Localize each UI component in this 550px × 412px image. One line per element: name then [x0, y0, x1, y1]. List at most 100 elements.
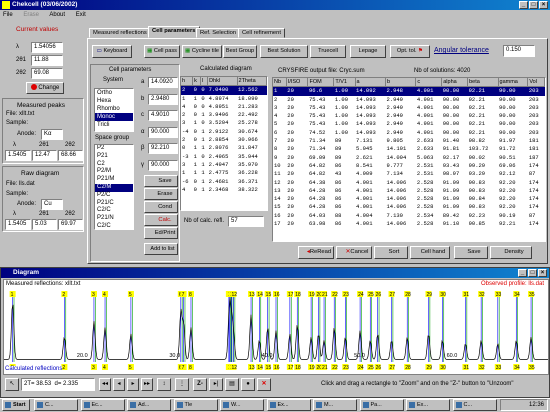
start-button[interactable]: Start [2, 399, 30, 411]
crysfire-row[interactable]: 17 20 63.98 86 4.901 14.096 2.528 91.10 90.85 92.… [273, 220, 545, 228]
truecell-button[interactable]: Truecell [310, 45, 346, 58]
system-item-rhombo[interactable]: Rhombo [95, 105, 133, 113]
crysfire-header[interactable]: b [385, 78, 417, 88]
calc-row[interactable]: 1 1 0 4.8974 18.099 [181, 95, 267, 103]
taskbar-item[interactable]: Tle [173, 399, 218, 411]
system-list[interactable]: Ortho Hexa Rhombo Monoc Tricli [94, 88, 134, 132]
space-group-item[interactable]: P2/C [95, 192, 133, 200]
calc-row[interactable]: 2 0 1 2.8854 30.966 [181, 136, 267, 144]
param-b-input[interactable]: 2.9480 [148, 94, 178, 105]
best-solution-button[interactable]: Best Solution [260, 45, 308, 58]
system-item-tricli[interactable]: Tricli [95, 121, 133, 129]
taskbar-item[interactable]: Ex... [406, 399, 450, 411]
space-group-item[interactable]: P21/N [95, 215, 133, 223]
scroll-left-fast-icon[interactable]: ◂◂ [99, 378, 111, 391]
crysfire-header[interactable]: Nb [273, 78, 287, 88]
crysfire-row[interactable]: 15 20 64.28 86 4.901 14.096 2.528 91.09 90.83 92.… [273, 203, 545, 211]
crysfire-row[interactable]: 12 20 64.38 86 4.901 14.096 2.528 91.09 90.83 92.… [273, 179, 545, 187]
cycline-tile-button[interactable]: ▦ Cycline tile [182, 45, 222, 58]
crysfire-header[interactable]: gamma [498, 78, 529, 88]
crysfire-header[interactable]: FOM [307, 78, 335, 88]
diagram-minimize-button[interactable]: _ [518, 269, 527, 277]
print-icon[interactable]: ▤ [225, 378, 239, 391]
cancel-button[interactable]: ✕Cancel [336, 246, 372, 259]
taskbar-item[interactable]: M... [313, 399, 357, 411]
ed-print-button[interactable]: Ed/Print [144, 227, 178, 239]
crysfire-row[interactable]: 8 20 71.34 89 5.045 14.101 2.633 91.81 103.72 91.… [273, 145, 545, 153]
taskbar-item[interactable]: Ec... [80, 399, 125, 411]
calc-row[interactable]: 3 1 1 2.4947 35.970 [181, 161, 267, 169]
add-to-list-button[interactable]: Add to list [144, 243, 178, 255]
system-item-ortho[interactable]: Ortho [95, 89, 133, 97]
cell-hand-button[interactable]: Cell hand [410, 246, 450, 259]
maximize-button[interactable]: □ [529, 1, 538, 9]
space-group-item[interactable]: C2/C [95, 223, 133, 229]
zoom-out-button[interactable]: Z- [193, 378, 207, 391]
space-group-item[interactable]: P21/C [95, 200, 133, 208]
lepage-button[interactable]: Lepage [350, 45, 386, 58]
crysfire-row[interactable]: 11 20 64.82 43 4.909 7.134 2.531 98.97 93.29 92.1… [273, 170, 545, 178]
scroll-left-icon[interactable]: ◂ [113, 378, 125, 391]
diagram-maximize-button[interactable]: □ [528, 269, 537, 277]
opt-tol-button[interactable]: Opt. tol. ⚑ [390, 45, 430, 58]
best-group-button[interactable]: Best Group [223, 45, 257, 58]
calc-row[interactable]: 3 1 0 3.5204 25.278 [181, 119, 267, 127]
record-icon[interactable]: ● [241, 378, 255, 391]
calc-row[interactable]: 2 0 1 3.9496 22.492 [181, 111, 267, 119]
crysfire-table[interactable]: Nb I/ISO FOM T/V1 a b c alpha beta gamma Vol 1 20 96… [272, 77, 546, 242]
calc-header-dhkl[interactable]: Dhkl [207, 77, 238, 87]
space-group-list[interactable]: P2 P21 C2 P2/M P21/M C2/M P2/C P21/C C2/C P21/N C2… [94, 144, 134, 230]
calc-table[interactable]: h k l Dhkl 2Theta 2 0 0 7.0400 12.562 1 1 0 4.89… [180, 76, 268, 211]
taskbar-item[interactable]: Pa... [359, 399, 404, 411]
crysfire-header[interactable]: a [355, 78, 386, 88]
close-diagram-icon[interactable]: ✕ [257, 378, 271, 391]
calc-button[interactable]: Calc. [144, 214, 178, 226]
calc-header-l[interactable]: l [200, 77, 209, 87]
tab-measured-reflections[interactable]: Measured reflections [89, 28, 151, 38]
space-group-item[interactable]: P2 [95, 145, 133, 153]
crysfire-row[interactable]: 16 20 64.03 88 4.904 7.130 2.534 89.42 92.23 90.1… [273, 212, 545, 220]
taskbar-item[interactable]: C... [34, 399, 78, 411]
cond-button[interactable]: Cond [144, 201, 178, 213]
erase-params-button[interactable]: Erase [144, 188, 178, 200]
tab-ref-selection[interactable]: Ref. Selection [196, 28, 241, 38]
expand-icon[interactable]: ▸| [209, 378, 223, 391]
step-size-icon[interactable]: ⋮ [175, 378, 189, 391]
param-gamma-input[interactable]: 90.000 [148, 160, 178, 171]
crysfire-row[interactable]: 5 20 75.43 1.00 14.093 2.949 4.901 90.00 92.21 90… [273, 120, 545, 128]
menu-file[interactable]: File [3, 12, 13, 18]
crysfire-row[interactable]: 9 20 69.09 89 2.621 14.094 5.063 92.17 90.02 90.5… [273, 154, 545, 162]
crysfire-header[interactable]: beta [467, 78, 499, 88]
calc-row[interactable]: 4 0 1 2.3468 38.322 [181, 186, 267, 194]
calc-row[interactable]: -6 0 1 2.4681 36.371 [181, 178, 267, 186]
calc-row[interactable]: 1 1 1 2.4775 36.228 [181, 169, 267, 177]
minimize-button[interactable]: _ [519, 1, 528, 9]
change-button[interactable]: Change [26, 82, 64, 94]
system-item-hexa[interactable]: Hexa [95, 97, 133, 105]
crysfire-header[interactable]: alpha [441, 78, 469, 88]
space-group-item[interactable]: C2/C [95, 207, 133, 215]
save-params-button[interactable]: Save [144, 175, 178, 187]
taskbar-item[interactable]: C... [452, 399, 497, 411]
tab-cell-refinement[interactable]: Cell refinement [238, 28, 285, 38]
crysfire-row[interactable]: 4 20 75.43 1.00 14.093 2.949 4.901 90.00 92.21 90… [273, 112, 545, 120]
space-group-item[interactable]: P21/M [95, 176, 133, 184]
crysfire-row[interactable]: 14 20 64.28 86 4.901 14.096 2.528 91.09 90.84 92.… [273, 195, 545, 203]
step-icon[interactable]: ↕ [157, 378, 171, 391]
sort-button[interactable]: Sort [374, 246, 408, 259]
tab-cell-parameters[interactable]: Cell parameters [148, 26, 200, 38]
keyboard-button[interactable]: ▭ Keyboard [92, 45, 132, 58]
theta2-input[interactable]: 69.08 [31, 68, 63, 79]
plot-area[interactable]: Measured reflections: xllt.txt Observed … [3, 279, 549, 375]
param-beta-input[interactable]: 92.210 [148, 143, 178, 154]
calc-header-h[interactable]: h [181, 77, 194, 87]
lambda-input[interactable]: 1.54056 [31, 42, 63, 53]
param-alpha-input[interactable]: 90.000 [148, 127, 178, 138]
crysfire-row[interactable]: 1 20 96.6 1.00 14.092 2.948 4.901 90.00 92.21 90.… [273, 86, 545, 96]
pointer-icon[interactable]: ↖ [5, 378, 19, 391]
scroll-right-icon[interactable]: ▸ [127, 378, 139, 391]
taskbar-item[interactable]: Ex... [266, 399, 311, 411]
calc-header-2theta[interactable]: 2Theta [237, 77, 267, 87]
param-a-input[interactable]: 14.0920 [148, 77, 178, 88]
angular-tolerance-input[interactable]: 0.150 [503, 45, 535, 57]
